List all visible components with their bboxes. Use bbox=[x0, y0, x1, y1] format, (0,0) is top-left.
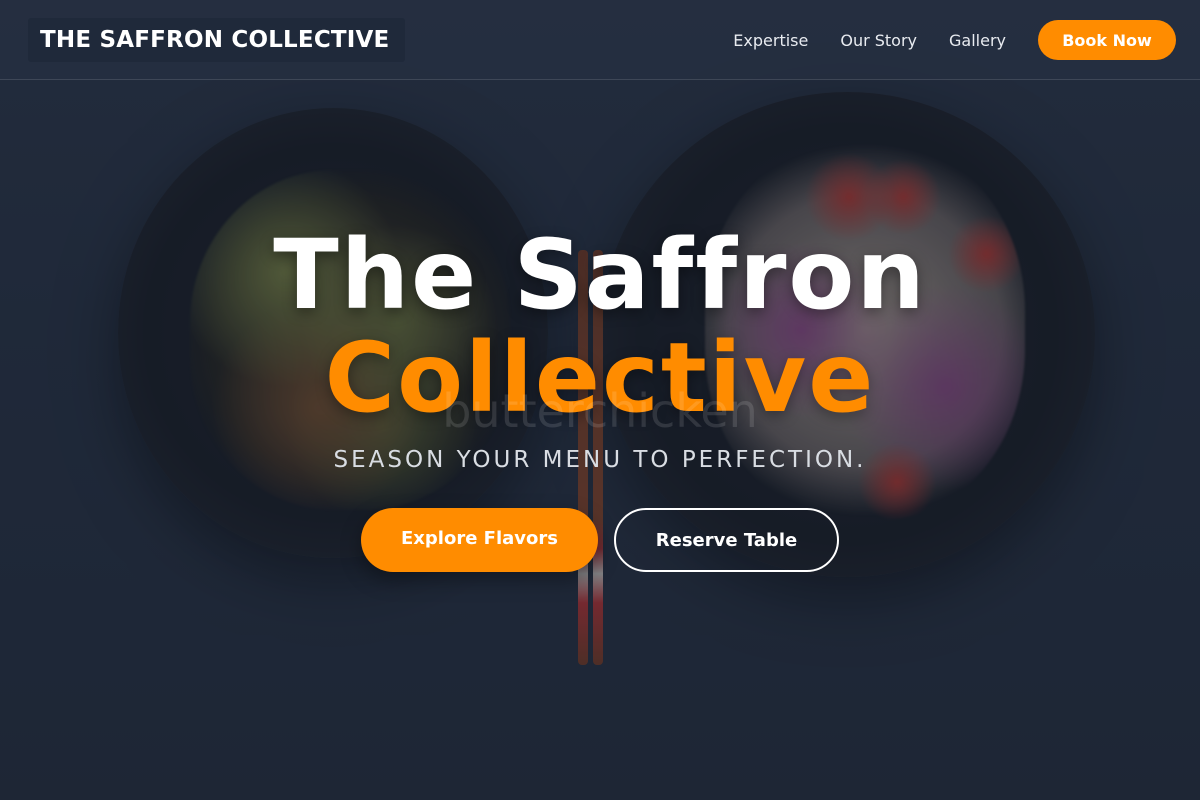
hero-title-line-1: The Saffron bbox=[273, 219, 927, 331]
watermark-text: butterchicken bbox=[442, 384, 758, 438]
nav-links: Expertise Our Story Gallery Book Now bbox=[733, 20, 1176, 60]
hero-tagline: SEASON YOUR MENU TO PERFECTION. bbox=[333, 447, 867, 473]
site-logo[interactable]: THE SAFFRON COLLECTIVE bbox=[28, 18, 406, 62]
nav-link-gallery[interactable]: Gallery bbox=[949, 31, 1006, 50]
navbar: THE SAFFRON COLLECTIVE Expertise Our Sto… bbox=[0, 0, 1200, 80]
nav-link-our-story[interactable]: Our Story bbox=[840, 31, 917, 50]
book-now-button[interactable]: Book Now bbox=[1038, 20, 1176, 60]
explore-flavors-button[interactable]: Explore Flavors bbox=[361, 508, 598, 572]
reserve-table-button[interactable]: Reserve Table bbox=[614, 508, 839, 572]
nav-link-expertise[interactable]: Expertise bbox=[733, 31, 808, 50]
hero-cta-row: Explore Flavors Reserve Table bbox=[0, 508, 1200, 572]
